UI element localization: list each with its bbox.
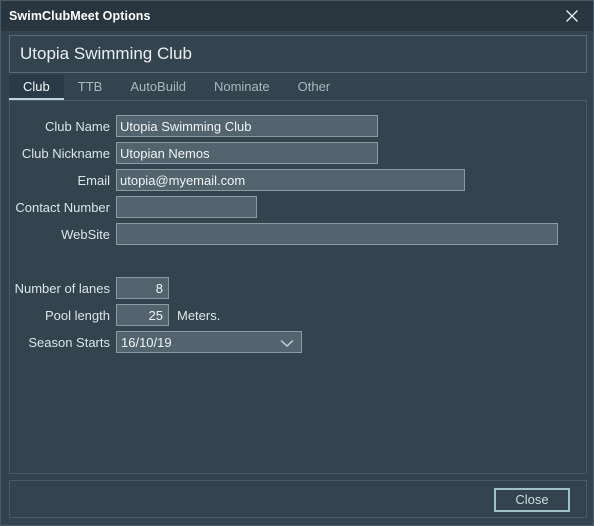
chevron-down-icon [280, 332, 294, 354]
field-row-season-starts: Season Starts 16/10/19 [12, 331, 302, 353]
tab-strip: Club TTB AutoBuild Nominate Other [9, 75, 587, 100]
season-starts-combobox[interactable]: 16/10/19 [116, 331, 302, 353]
email-input[interactable] [116, 169, 465, 191]
pool-length-units-label: Meters. [177, 307, 221, 323]
label-club-nickname: Club Nickname [21, 145, 110, 161]
window-close-icon[interactable] [549, 1, 593, 31]
website-input[interactable] [116, 223, 558, 245]
field-row-number-of-lanes: Number of lanes [12, 277, 169, 299]
label-email: Email [77, 172, 110, 188]
tab-other[interactable]: Other [284, 75, 345, 100]
club-header-title: Utopia Swimming Club [20, 44, 192, 63]
field-row-contact-number: Contact Number [12, 196, 257, 218]
title-bar: SwimClubMeet Options [1, 1, 593, 31]
tab-club[interactable]: Club [9, 75, 64, 100]
close-button[interactable]: Close [494, 488, 570, 512]
tab-ttb[interactable]: TTB [64, 75, 117, 100]
label-website: WebSite [61, 226, 110, 242]
tab-nominate[interactable]: Nominate [200, 75, 284, 100]
club-tab-panel: Club Name Club Nickname Email Contact Nu… [9, 100, 587, 474]
label-contact-number: Contact Number [15, 199, 110, 215]
window-title: SwimClubMeet Options [9, 9, 151, 23]
club-nickname-input[interactable] [116, 142, 378, 164]
field-row-pool-length: Pool length Meters. [12, 304, 220, 326]
label-number-of-lanes: Number of lanes [14, 280, 110, 296]
options-window: SwimClubMeet Options Utopia Swimming Clu… [0, 0, 594, 526]
season-starts-value: 16/10/19 [121, 334, 172, 350]
field-row-website: WebSite [12, 223, 558, 245]
label-pool-length: Pool length [44, 307, 110, 323]
label-season-starts: Season Starts [28, 334, 110, 350]
pool-length-input[interactable] [116, 304, 169, 326]
field-row-email: Email [12, 169, 465, 191]
club-header-panel: Utopia Swimming Club [9, 35, 587, 73]
club-name-input[interactable] [116, 115, 378, 137]
tab-autobuild[interactable]: AutoBuild [116, 75, 200, 100]
dialog-footer: Close [9, 480, 587, 518]
field-row-club-name: Club Name [12, 115, 378, 137]
label-club-name: Club Name [44, 118, 110, 134]
number-of-lanes-input[interactable] [116, 277, 169, 299]
field-row-club-nickname: Club Nickname [12, 142, 378, 164]
contact-number-input[interactable] [116, 196, 257, 218]
